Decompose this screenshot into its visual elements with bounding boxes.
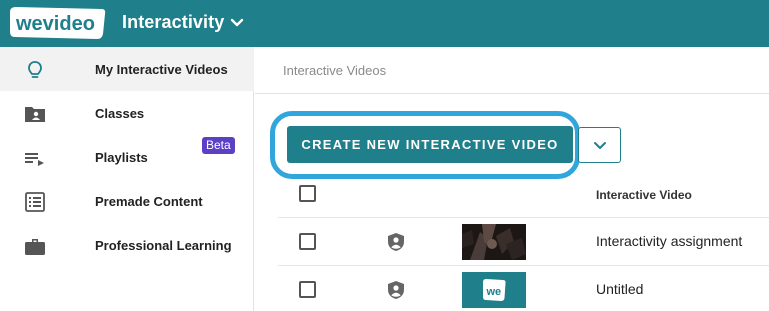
workspace-title[interactable]: Interactivity	[122, 12, 224, 33]
video-thumbnail[interactable]: we	[462, 272, 526, 308]
svg-text:we: we	[486, 286, 502, 298]
table-row[interactable]: we Untitled	[278, 266, 769, 311]
row-checkbox[interactable]	[299, 233, 316, 250]
chevron-down-icon	[594, 142, 606, 149]
shield-user-icon	[388, 281, 404, 299]
sidebar-item-label: Classes	[95, 106, 145, 121]
sidebar-item-my-interactive-videos[interactable]: My Interactive Videos	[0, 47, 254, 91]
top-bar: wevideo Interactivity	[0, 0, 769, 47]
create-new-interactive-video-button[interactable]: CREATE NEW INTERACTIVE VIDEO	[287, 126, 573, 163]
sidebar: My Interactive Videos Classes Playlists …	[0, 47, 254, 311]
breadcrumb-bar: Interactive Videos	[255, 47, 769, 94]
sidebar-item-label: My Interactive Videos	[95, 62, 228, 77]
shield-user-icon	[388, 233, 404, 251]
sidebar-item-label: Professional Learning	[95, 238, 232, 253]
playlist-icon	[25, 153, 44, 166]
sidebar-item-label: Playlists	[95, 150, 148, 165]
svg-text:wevideo: wevideo	[15, 13, 95, 35]
sidebar-item-classes[interactable]: Classes	[0, 91, 254, 135]
briefcase-icon	[25, 239, 45, 255]
row-checkbox[interactable]	[299, 281, 316, 298]
create-options-dropdown-button[interactable]	[578, 127, 621, 163]
lightbulb-icon	[28, 61, 42, 78]
breadcrumb[interactable]: Interactive Videos	[283, 63, 386, 78]
sidebar-item-professional-learning[interactable]: Professional Learning	[0, 223, 254, 267]
beta-badge: Beta	[202, 137, 235, 154]
video-title[interactable]: Untitled	[596, 281, 643, 297]
table-header: Interactive Video	[278, 171, 769, 218]
table-row[interactable]: Interactivity assignment	[278, 218, 769, 266]
column-header-interactive-video[interactable]: Interactive Video	[596, 188, 692, 202]
video-title[interactable]: Interactivity assignment	[596, 233, 742, 249]
list-box-icon	[25, 192, 45, 212]
sidebar-item-premade-content[interactable]: Premade Content	[0, 179, 254, 223]
interactive-videos-table: Interactive Video Interactivity assignme…	[278, 171, 769, 311]
folder-user-icon	[25, 107, 45, 122]
sidebar-item-label: Premade Content	[95, 194, 203, 209]
chevron-down-icon[interactable]	[230, 16, 244, 30]
select-all-checkbox[interactable]	[299, 185, 316, 202]
wevideo-logo[interactable]: wevideo	[8, 6, 107, 40]
video-thumbnail[interactable]	[462, 224, 526, 260]
